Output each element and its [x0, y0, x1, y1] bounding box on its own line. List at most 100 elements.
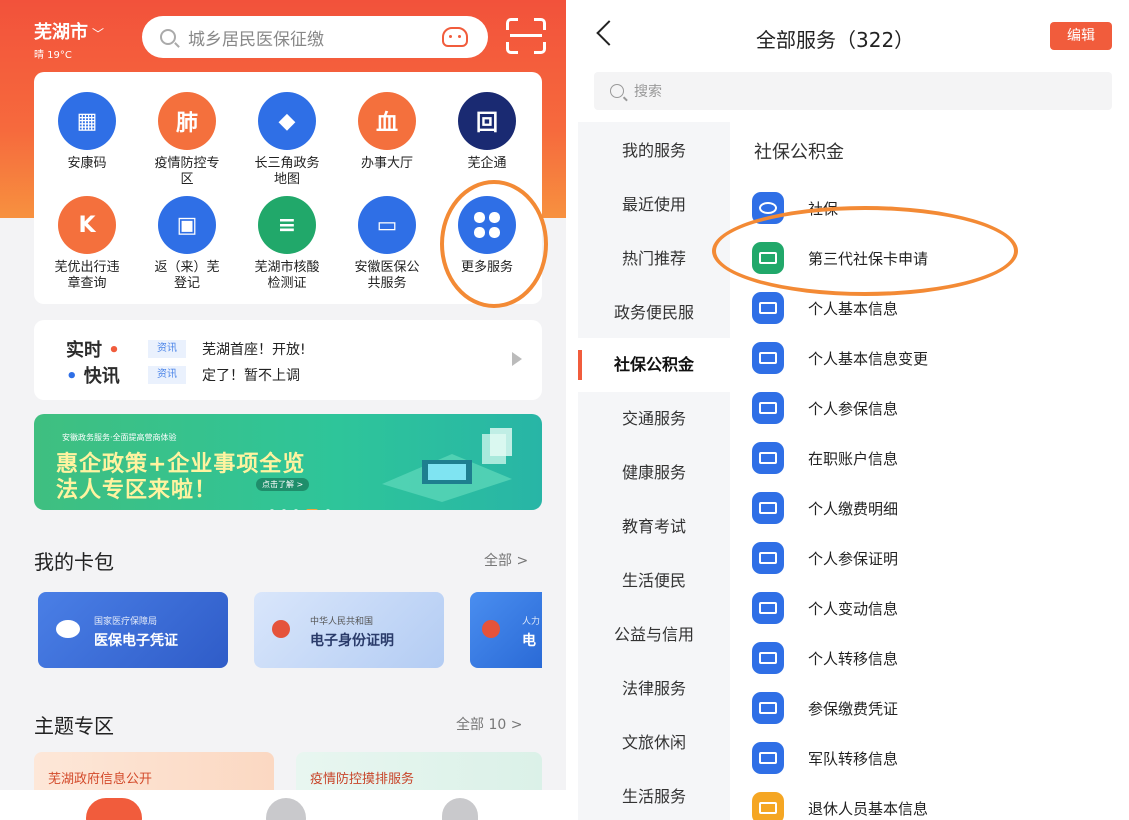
service-label: 疫情防控专区	[154, 156, 220, 187]
service-item[interactable]: 个人参保证明	[752, 538, 1112, 578]
service-item[interactable]: 军队转移信息	[752, 738, 1112, 778]
wallet-more-link[interactable]: 全部 >	[484, 550, 528, 570]
category-life[interactable]: 生活服务	[578, 770, 730, 820]
theme-more-link[interactable]: 全部 10 >	[456, 714, 522, 734]
card-icon: ▭	[358, 196, 416, 254]
service-label: 长三角政务地图	[254, 156, 320, 187]
search-icon	[160, 29, 176, 45]
category-education[interactable]: 教育考试	[578, 500, 730, 554]
service-item-label: 个人变动信息	[808, 600, 899, 618]
carousel-indicator	[266, 498, 334, 510]
category-tourism[interactable]: 文旅休闲	[578, 716, 730, 770]
certificate-icon	[752, 542, 784, 574]
home-tab-icon[interactable]	[86, 798, 142, 820]
voucher-icon	[752, 692, 784, 724]
category-recent[interactable]: 最近使用	[578, 178, 730, 232]
service-label: 返（来）芜登记	[154, 260, 220, 291]
message-tab-icon[interactable]	[266, 798, 306, 820]
category-transport[interactable]: 交通服务	[578, 392, 730, 446]
category-gov-services[interactable]: 政务便民服	[578, 286, 730, 340]
promo-banner[interactable]: 安徽政务服务·全面提高营商体验 惠企政策+企业事项全览 法人专区来啦！ 点击了解…	[34, 414, 542, 510]
back-arrow-icon[interactable]	[596, 20, 622, 46]
service-item-label: 个人转移信息	[808, 650, 899, 668]
qr-code-icon: ▦	[58, 92, 116, 150]
edit-button[interactable]: 编辑	[1050, 22, 1112, 50]
profile-tab-icon[interactable]	[442, 798, 478, 820]
insurance-info-icon	[752, 392, 784, 424]
service-ankang-code[interactable]: ▦ 安康码	[42, 92, 132, 172]
service-item[interactable]: 个人转移信息	[752, 638, 1112, 678]
service-item[interactable]: 退休人员基本信息	[752, 788, 1112, 820]
service-traffic-violation[interactable]: K 芜优出行违章查询	[42, 196, 132, 292]
certificate-icon: ≡	[258, 196, 316, 254]
city-name: 芜湖市	[34, 22, 88, 43]
news-brand-line1: 实时 •	[66, 340, 120, 361]
service-label: 安徽医保公共服务	[354, 260, 420, 291]
theme-title: 主题专区	[34, 714, 114, 738]
service-epidemic-zone[interactable]: 肺 疫情防控专区	[142, 92, 232, 188]
service-item[interactable]: 个人基本信息变更	[752, 338, 1112, 378]
news-tag: 资讯	[148, 366, 186, 384]
service-item[interactable]: 个人缴费明细	[752, 488, 1112, 528]
search-input[interactable]: 搜索	[594, 72, 1112, 110]
service-yrd-map[interactable]: ◆ 长三角政务地图	[242, 92, 332, 188]
service-item[interactable]: 参保缴费凭证	[752, 688, 1112, 728]
search-input[interactable]: 城乡居民医保征缴	[142, 16, 488, 58]
service-item[interactable]: 个人变动信息	[752, 588, 1112, 628]
service-return-register[interactable]: ▣ 返（来）芜登记	[142, 196, 232, 292]
service-item-label: 个人参保信息	[808, 400, 899, 418]
banner-subtitle: 安徽政务服务·全面提高营商体验	[62, 433, 177, 442]
highlight-ring	[440, 180, 548, 308]
category-health[interactable]: 健康服务	[578, 446, 730, 500]
news-brand-line2: • 快讯	[66, 366, 120, 387]
service-item[interactable]: 个人基本信息	[752, 288, 1112, 328]
category-convenience[interactable]: 生活便民	[578, 554, 730, 608]
service-item-label: 个人基本信息变更	[808, 350, 929, 368]
service-label: 芜企通	[467, 156, 507, 171]
card-name: 电子身份证明	[310, 633, 394, 649]
card-medical-insurance[interactable]: 国家医疗保障局 医保电子凭证	[38, 592, 228, 668]
service-item-label: 在职账户信息	[808, 450, 899, 468]
retiree-icon	[752, 792, 784, 820]
category-my-services[interactable]: 我的服务	[578, 124, 730, 178]
card-social-security[interactable]: 人力 电	[470, 592, 542, 668]
city-selector[interactable]: 芜湖市 ﹀ 晴 19°C	[34, 18, 104, 61]
train-icon: ▣	[158, 196, 216, 254]
service-wuqitong[interactable]: 回 芜企通	[442, 92, 532, 172]
service-item-label: 参保缴费凭证	[808, 700, 899, 718]
service-item-label: 个人缴费明细	[808, 500, 899, 518]
card-name: 医保电子凭证	[94, 633, 178, 649]
category-social-security[interactable]: 社保公积金	[578, 338, 730, 392]
service-label: 办事大厅	[360, 156, 413, 171]
scan-icon[interactable]	[506, 18, 546, 54]
category-credit[interactable]: 公益与信用	[578, 608, 730, 662]
news-headline[interactable]: 定了！暂不上调	[202, 365, 300, 385]
home-screen: 芜湖市 ﹀ 晴 19°C 城乡居民医保征缴 ▦ 安康码 肺 疫情防控专区 ◆ 长三…	[0, 0, 566, 820]
banner-cta-button[interactable]: 点击了解 >	[256, 478, 310, 491]
service-nucleic-test[interactable]: ≡ 芜湖市核酸检测证	[242, 196, 332, 292]
news-ticker[interactable]: 实时 • • 快讯 资讯 芜湖首座！开放! 资讯 定了！暂不上调	[34, 320, 542, 400]
card-org: 中华人民共和国	[310, 617, 374, 627]
news-tag: 资讯	[148, 340, 186, 358]
service-medical-insurance[interactable]: ▭ 安徽医保公共服务	[342, 196, 432, 292]
service-item[interactable]: 在职账户信息	[752, 438, 1112, 478]
change-info-icon	[752, 592, 784, 624]
military-transfer-icon	[752, 742, 784, 774]
play-icon[interactable]	[512, 352, 522, 366]
id-card-icon	[752, 292, 784, 324]
card-id-proof[interactable]: 中华人民共和国 电子身份证明	[254, 592, 444, 668]
group-title: 社保公积金	[754, 142, 844, 163]
theme-label: 疫情防控摸排服务	[310, 772, 415, 787]
service-hall[interactable]: 血 办事大厅	[342, 92, 432, 172]
news-headline[interactable]: 芜湖首座！开放!	[202, 339, 306, 359]
weather-text: 晴 19°C	[34, 50, 72, 61]
service-item-label: 个人参保证明	[808, 550, 899, 568]
category-legal[interactable]: 法律服务	[578, 662, 730, 716]
service-item[interactable]: 个人参保信息	[752, 388, 1112, 428]
service-item-label: 退休人员基本信息	[808, 800, 929, 818]
theme-label: 芜湖政府信息公开	[48, 772, 153, 787]
robot-assistant-icon[interactable]	[442, 27, 468, 47]
service-label: 芜优出行违章查询	[54, 260, 120, 291]
service-label: 安康码	[67, 156, 107, 171]
category-popular[interactable]: 热门推荐	[578, 232, 730, 286]
